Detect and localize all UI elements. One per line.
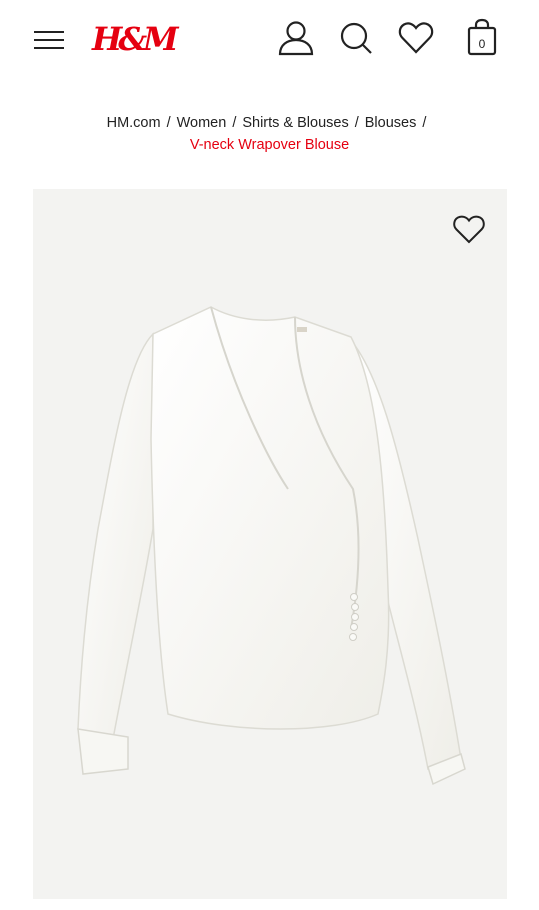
breadcrumb: HM.com / Women / Shirts & Blouses / Blouses / V… [0,112,539,156]
breadcrumb-link-shirts-blouses[interactable]: Shirts & Blouses [242,115,348,131]
breadcrumb-link-women[interactable]: Women [177,115,227,131]
breadcrumb-current-page: V-neck Wrapover Blouse [189,137,350,153]
blouse-image [77,306,466,786]
heart-outline-icon[interactable] [451,211,487,245]
hamburger-menu-icon[interactable] [34,28,64,52]
shopping-bag-icon[interactable]: 0 [462,18,502,58]
breadcrumb-separator: / [354,115,359,131]
menu-line [34,31,64,33]
breadcrumb-separator: / [422,115,427,131]
menu-line [34,39,64,41]
search-icon[interactable] [336,18,376,58]
person-icon[interactable] [276,18,316,58]
heart-icon[interactable] [396,18,436,58]
product-image[interactable] [33,189,507,899]
breadcrumb-link-blouses[interactable]: Blouses [365,115,417,131]
bag-count-badge: 0 [478,37,486,51]
logo-text: H&M [92,20,179,58]
breadcrumb-row: HM.com / Women / Shirts & Blouses / Blouses / [0,112,539,134]
hm-logo[interactable]: H&M [92,20,179,58]
breadcrumb-separator: / [166,115,171,131]
site-header: H&M 0 [0,0,539,80]
breadcrumb-link-home[interactable]: HM.com [107,115,161,131]
menu-line [34,47,64,49]
breadcrumb-separator: / [232,115,237,131]
